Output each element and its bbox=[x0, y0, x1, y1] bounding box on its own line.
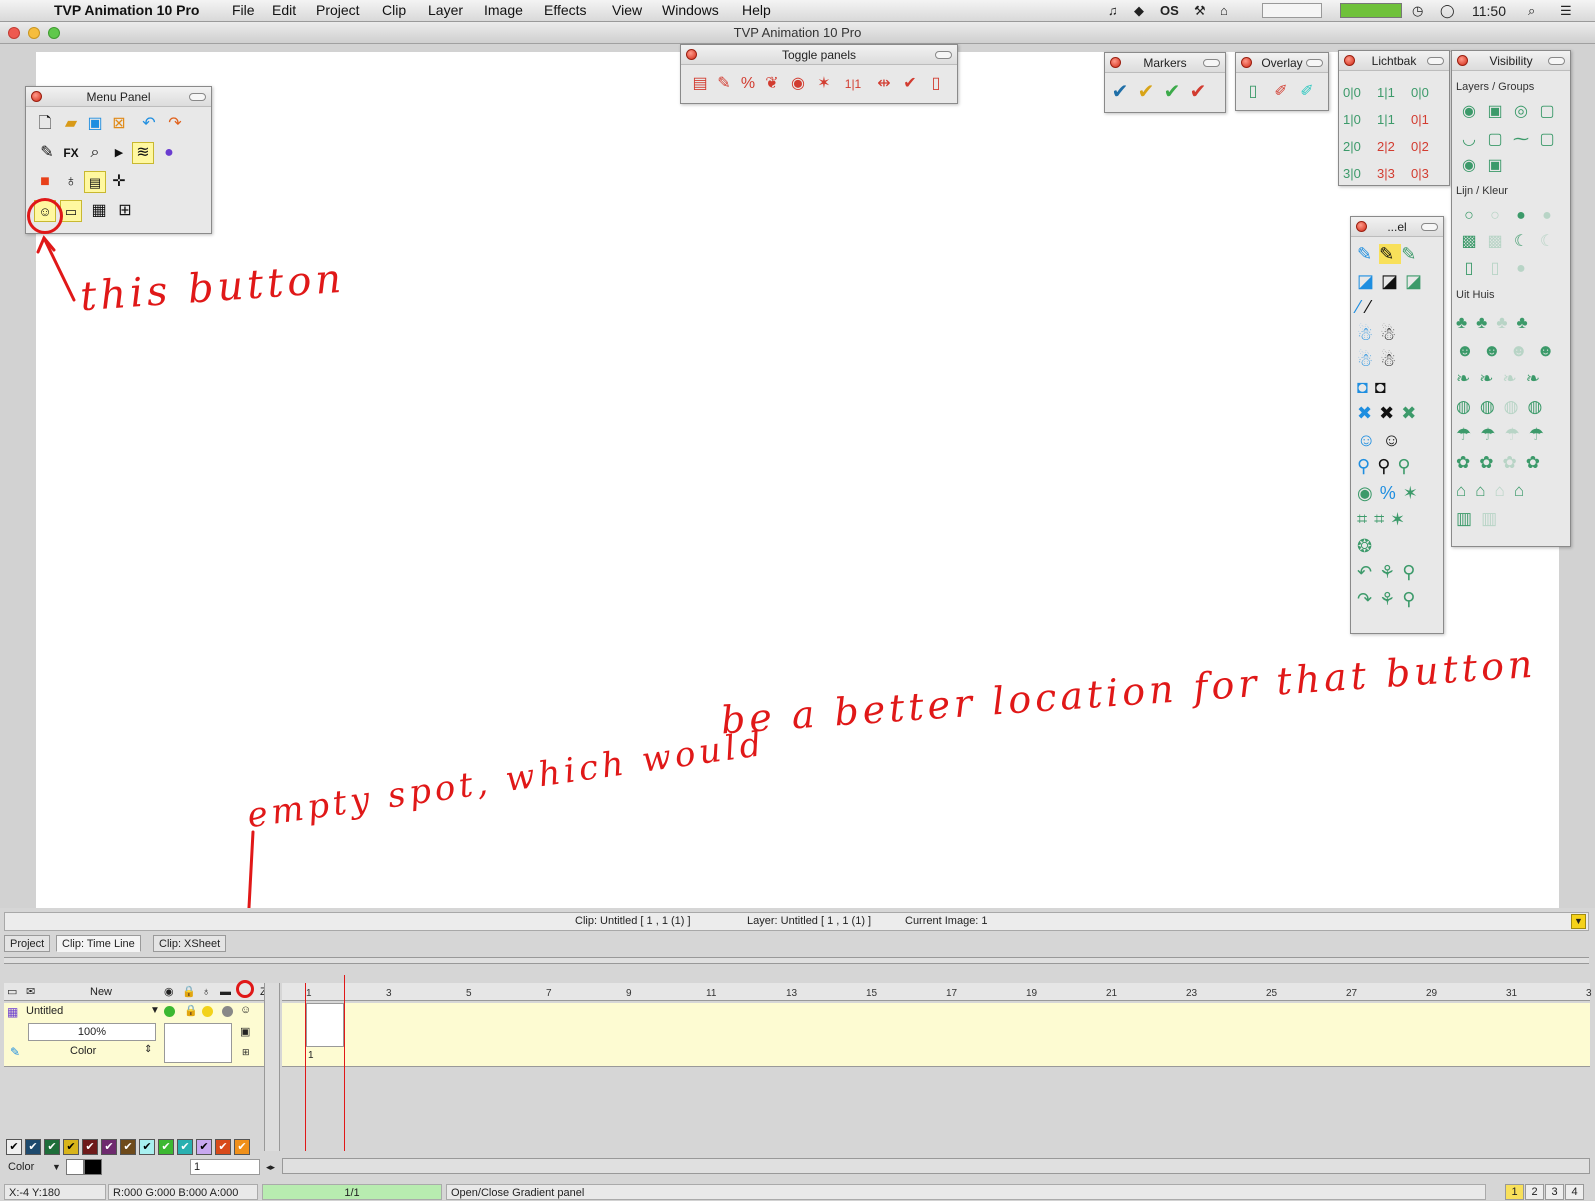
rgba-readout: R:000 G:000 B:000 A:000 bbox=[108, 1184, 258, 1200]
coordinates-readout: X:-4 Y:180 bbox=[4, 1184, 106, 1200]
info-bar: Clip: Untitled [ 1 , 1 (1) ] Layer: Unti… bbox=[4, 912, 1589, 931]
layer-face-icon[interactable]: ☺ bbox=[240, 1004, 251, 1016]
ruler-tick-label: 29 bbox=[1426, 988, 1438, 999]
tab-clip-xsheet[interactable]: Clip: XSheet bbox=[153, 935, 227, 952]
new-layer-button[interactable]: New bbox=[90, 983, 112, 1001]
layer-color-icon: ▦ bbox=[7, 1005, 19, 1019]
highlight-circle-empty-spot bbox=[236, 980, 254, 998]
clip-info: Clip: Untitled [ 1 , 1 (1) ] bbox=[575, 915, 691, 927]
tooltip-text: Open/Close Gradient panel bbox=[446, 1184, 1486, 1200]
palette-swatch[interactable]: ✔ bbox=[101, 1139, 117, 1155]
ruler-tick-label: 5 bbox=[466, 988, 472, 999]
color-index-field[interactable]: 1 bbox=[190, 1159, 260, 1175]
palette-swatch[interactable]: ✔ bbox=[139, 1139, 155, 1155]
foreground-color-swatch[interactable] bbox=[84, 1159, 102, 1175]
tab-project[interactable]: Project bbox=[4, 935, 51, 952]
ruler-tick-label: 1 bbox=[306, 988, 312, 999]
palette-swatch[interactable]: ✔ bbox=[25, 1139, 41, 1155]
color-mode-arrow-icon[interactable]: ▼ bbox=[52, 1158, 61, 1176]
page-button-1[interactable]: 1 bbox=[1505, 1184, 1524, 1200]
tab-clip-time-line[interactable]: Clip: Time Line bbox=[56, 935, 141, 952]
timeline-vertical-scrollbar[interactable] bbox=[264, 983, 280, 1151]
layer-stencil-icon[interactable] bbox=[222, 1006, 233, 1017]
palette-swatch[interactable]: ✔ bbox=[6, 1139, 22, 1155]
ruler-tick-label: 25 bbox=[1266, 988, 1278, 999]
playhead-end[interactable] bbox=[344, 975, 345, 1151]
background-color-swatch[interactable] bbox=[66, 1159, 84, 1175]
layer-name[interactable]: Untitled bbox=[26, 1005, 63, 1017]
palette-swatch[interactable]: ✔ bbox=[158, 1139, 174, 1155]
ruler-tick-label: 31 bbox=[1506, 988, 1518, 999]
timeline-horizontal-scrollbar[interactable] bbox=[282, 1158, 1590, 1174]
palette-swatch[interactable]: ✔ bbox=[177, 1139, 193, 1155]
color-stepper-icon[interactable]: ◂▸ bbox=[266, 1158, 275, 1176]
ruler-tick-label: 7 bbox=[546, 988, 552, 999]
splitter[interactable] bbox=[4, 957, 1589, 964]
info-dropdown-icon[interactable]: ▼ bbox=[1571, 914, 1586, 929]
layer-thumbnail[interactable] bbox=[164, 1023, 232, 1063]
ruler-tick-label: 3 bbox=[1586, 988, 1592, 999]
page-button-2[interactable]: 2 bbox=[1525, 1184, 1544, 1200]
stencil-column-icon[interactable]: ▬ bbox=[220, 983, 231, 1001]
ruler-tick-label: 17 bbox=[946, 988, 958, 999]
ruler-tick-label: 3 bbox=[386, 988, 392, 999]
palette-swatch[interactable]: ✔ bbox=[234, 1139, 250, 1155]
current-image-info: Current Image: 1 bbox=[905, 915, 988, 927]
palette-swatch[interactable]: ✔ bbox=[215, 1139, 231, 1155]
visibility-column-icon[interactable]: ◉ bbox=[164, 983, 174, 1001]
layer-info: Layer: Untitled [ 1 , 1 (1) ] bbox=[747, 915, 872, 927]
color-bar: Color ▼ 1 ◂▸ bbox=[4, 1158, 280, 1176]
light-column-icon[interactable]: ♁ bbox=[202, 983, 210, 1001]
ruler-tick-label: 27 bbox=[1346, 988, 1358, 999]
frame-number: 1 bbox=[308, 1050, 314, 1061]
palette-swatch[interactable]: ✔ bbox=[82, 1139, 98, 1155]
envelope-icon[interactable]: ✉ bbox=[26, 983, 35, 1001]
ruler-tick-label: 21 bbox=[1106, 988, 1118, 999]
layer-visible-icon[interactable] bbox=[164, 1006, 175, 1017]
layer-camera-icon[interactable]: ▣ bbox=[240, 1025, 250, 1038]
ruler-tick-label: 13 bbox=[786, 988, 798, 999]
layer-row[interactable]: ▦ Untitled ▼ 🔒 ☺ 100% ▣ Color ⇕ ✎ ⊞ bbox=[4, 1003, 280, 1067]
playhead-start[interactable] bbox=[305, 983, 306, 1151]
progress-readout: 1/1 bbox=[262, 1184, 442, 1200]
ruler-tick-label: 11 bbox=[706, 988, 717, 999]
opacity-field[interactable]: 100% bbox=[28, 1023, 156, 1041]
layer-light-icon[interactable] bbox=[202, 1006, 213, 1017]
palette-swatch[interactable]: ✔ bbox=[63, 1139, 79, 1155]
ruler-tick-label: 23 bbox=[1186, 988, 1198, 999]
blend-mode-select[interactable]: Color bbox=[70, 1045, 96, 1057]
ruler-tick-label: 9 bbox=[626, 988, 632, 999]
layer-expand-icon[interactable]: ⊞ bbox=[242, 1047, 250, 1058]
palette-swatch[interactable]: ✔ bbox=[196, 1139, 212, 1155]
folder-icon[interactable]: ▭ bbox=[7, 983, 17, 1001]
layer-menu-icon[interactable]: ▼ bbox=[150, 1005, 160, 1016]
ruler-tick-label: 15 bbox=[866, 988, 878, 999]
palette-swatch[interactable]: ✔ bbox=[44, 1139, 60, 1155]
frame-track[interactable] bbox=[282, 1003, 1590, 1067]
frame-ruler[interactable] bbox=[282, 983, 1590, 1001]
frame-cell[interactable] bbox=[306, 1003, 344, 1047]
ruler-tick-label: 19 bbox=[1026, 988, 1038, 999]
blend-mode-arrows-icon[interactable]: ⇕ bbox=[144, 1044, 152, 1055]
layer-lock-icon[interactable]: 🔒 bbox=[184, 1004, 198, 1017]
pencil-icon: ✎ bbox=[10, 1045, 21, 1059]
color-mode-select[interactable]: Color bbox=[8, 1158, 34, 1176]
lock-column-icon[interactable]: 🔒 bbox=[182, 983, 196, 1001]
page-button-4[interactable]: 4 bbox=[1565, 1184, 1584, 1200]
page-button-3[interactable]: 3 bbox=[1545, 1184, 1564, 1200]
palette-swatch[interactable]: ✔ bbox=[120, 1139, 136, 1155]
